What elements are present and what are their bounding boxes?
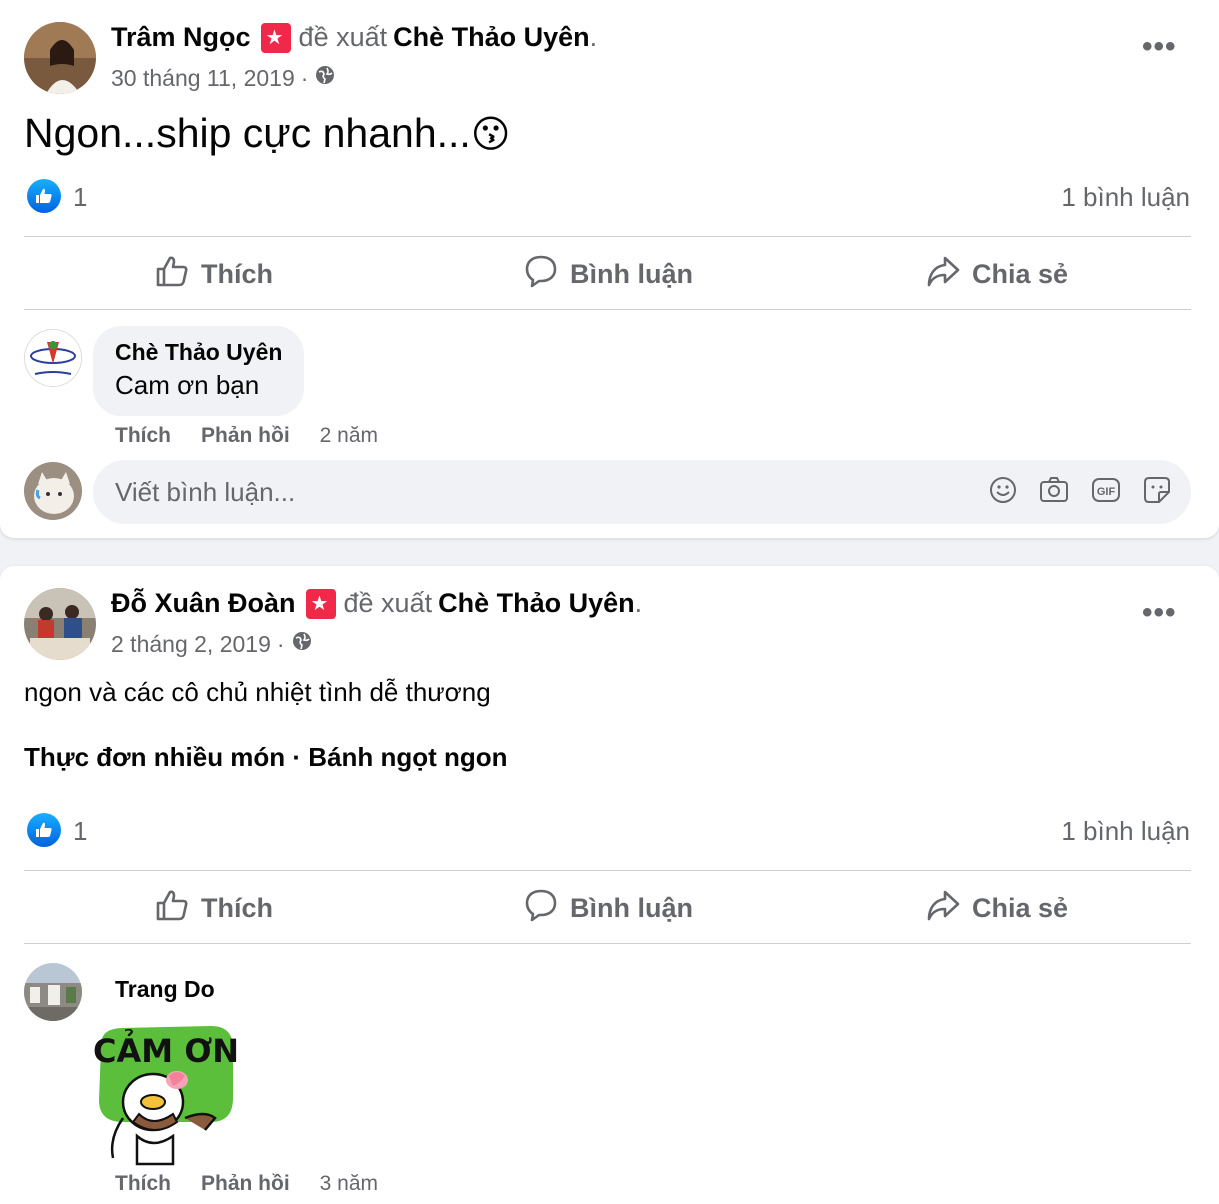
speech-bubble-icon — [524, 254, 558, 295]
comment-input[interactable]: Viết bình luận... GIF — [93, 460, 1191, 524]
comment-button[interactable]: Bình luận — [524, 254, 693, 295]
divider — [24, 943, 1191, 944]
divider — [24, 870, 1191, 871]
post-text: ngon và các cô chủ nhiệt tình dễ thương — [24, 677, 491, 707]
share-arrow-icon — [926, 254, 960, 295]
end-dot: . — [634, 588, 643, 618]
post-meta: 30 tháng 11, 2019 · — [111, 64, 336, 92]
comment-actions: Thích Phản hồi 3 năm — [115, 1172, 378, 1196]
meta-separator: · — [276, 630, 285, 657]
meta-separator: · — [300, 64, 309, 91]
current-user-avatar[interactable] — [24, 462, 82, 520]
comment-like-link[interactable]: Thích — [115, 1172, 171, 1196]
comment-count[interactable]: 1 bình luận — [1061, 816, 1190, 847]
comment-text: Cam ơn bạn — [115, 370, 260, 400]
comment-like-link[interactable]: Thích — [115, 424, 171, 448]
comment-bubble: Chè Thảo Uyên Cam ơn bạn — [93, 326, 305, 416]
divider — [24, 236, 1191, 237]
reaction-count[interactable]: 1 — [73, 816, 87, 847]
like-reaction-icon[interactable] — [27, 179, 61, 213]
comment-reply-link[interactable]: Phản hồi — [201, 424, 290, 448]
camera-icon[interactable] — [1039, 476, 1069, 509]
author-avatar[interactable] — [24, 22, 96, 94]
commenter-avatar[interactable] — [24, 329, 82, 387]
like-label: Thích — [201, 259, 273, 289]
thumbs-up-icon — [155, 888, 189, 929]
divider — [24, 309, 1191, 310]
comment-author[interactable]: Chè Thảo Uyên — [115, 339, 282, 366]
post-header-line: Đỗ Xuân Đoàn đề xuất Chè Thảo Uyên. — [111, 588, 642, 619]
comment-label: Bình luận — [570, 893, 693, 923]
share-button[interactable]: Chia sẻ — [926, 254, 1068, 295]
gif-icon[interactable]: GIF — [1091, 476, 1121, 509]
post-card: Đỗ Xuân Đoàn đề xuất Chè Thảo Uyên. 2 th… — [0, 566, 1219, 1204]
share-button[interactable]: Chia sẻ — [926, 888, 1068, 929]
recommend-verb: đề xuất — [343, 588, 433, 618]
post-date[interactable]: 30 tháng 11, 2019 — [111, 65, 295, 92]
comment-author[interactable]: Trang Do — [115, 976, 215, 1003]
like-label: Thích — [201, 893, 273, 923]
speech-bubble-icon — [524, 888, 558, 929]
page-name[interactable]: Chè Thảo Uyên — [438, 588, 635, 618]
like-button[interactable]: Thích — [155, 254, 273, 295]
more-options-icon[interactable]: ••• — [1142, 30, 1177, 64]
comment-time[interactable]: 2 năm — [320, 424, 378, 448]
commenter-avatar[interactable] — [24, 963, 82, 1021]
page-name[interactable]: Chè Thảo Uyên — [393, 22, 590, 52]
author-name[interactable]: Đỗ Xuân Đoàn — [111, 588, 296, 619]
comment-button[interactable]: Bình luận — [524, 888, 693, 929]
comment-actions: Thích Phản hồi 2 năm — [115, 424, 378, 448]
post-card: Trâm Ngọc đề xuất Chè Thảo Uyên. 30 thán… — [0, 0, 1219, 538]
reaction-count[interactable]: 1 — [73, 182, 87, 213]
recommend-star-icon — [305, 588, 336, 619]
sticker-image[interactable]: CẢM ƠN — [93, 1018, 239, 1166]
post-date[interactable]: 2 tháng 2, 2019 — [111, 631, 271, 658]
post-text-content: Ngon...ship cực nhanh... — [24, 110, 471, 156]
comment-input-tools: GIF — [989, 476, 1171, 509]
globe-icon — [291, 630, 313, 658]
kissing-emoji: 😗 — [470, 114, 511, 156]
comment-input-placeholder: Viết bình luận... — [115, 476, 296, 507]
more-options-icon[interactable]: ••• — [1142, 596, 1177, 630]
like-reaction-icon[interactable] — [27, 813, 61, 847]
comment-count[interactable]: 1 bình luận — [1061, 182, 1190, 213]
comment-time[interactable]: 3 năm — [320, 1172, 378, 1196]
comment-reply-link[interactable]: Phản hồi — [201, 1172, 290, 1196]
author-name[interactable]: Trâm Ngọc — [111, 22, 251, 53]
emoji-icon[interactable] — [989, 476, 1017, 509]
svg-text:GIF: GIF — [1097, 486, 1116, 498]
like-button[interactable]: Thích — [155, 888, 273, 929]
post-tags: Thực đơn nhiều món · Bánh ngọt ngon — [24, 742, 508, 772]
share-label: Chia sẻ — [972, 893, 1069, 923]
post-meta: 2 tháng 2, 2019 · — [111, 630, 313, 658]
sticker-caption: CẢM ƠN — [93, 1029, 238, 1070]
share-label: Chia sẻ — [972, 259, 1069, 289]
sticker-icon[interactable] — [1143, 476, 1171, 509]
thumbs-up-icon — [155, 254, 189, 295]
share-arrow-icon — [926, 888, 960, 929]
post-header-line: Trâm Ngọc đề xuất Chè Thảo Uyên. — [111, 22, 597, 53]
recommend-verb: đề xuất — [298, 22, 388, 52]
post-text: Ngon...ship cực nhanh...😗 — [24, 110, 510, 157]
comment-label: Bình luận — [570, 259, 693, 289]
author-avatar[interactable] — [24, 588, 96, 660]
end-dot: . — [589, 22, 598, 52]
globe-icon — [314, 64, 336, 92]
recommend-star-icon — [260, 22, 291, 53]
